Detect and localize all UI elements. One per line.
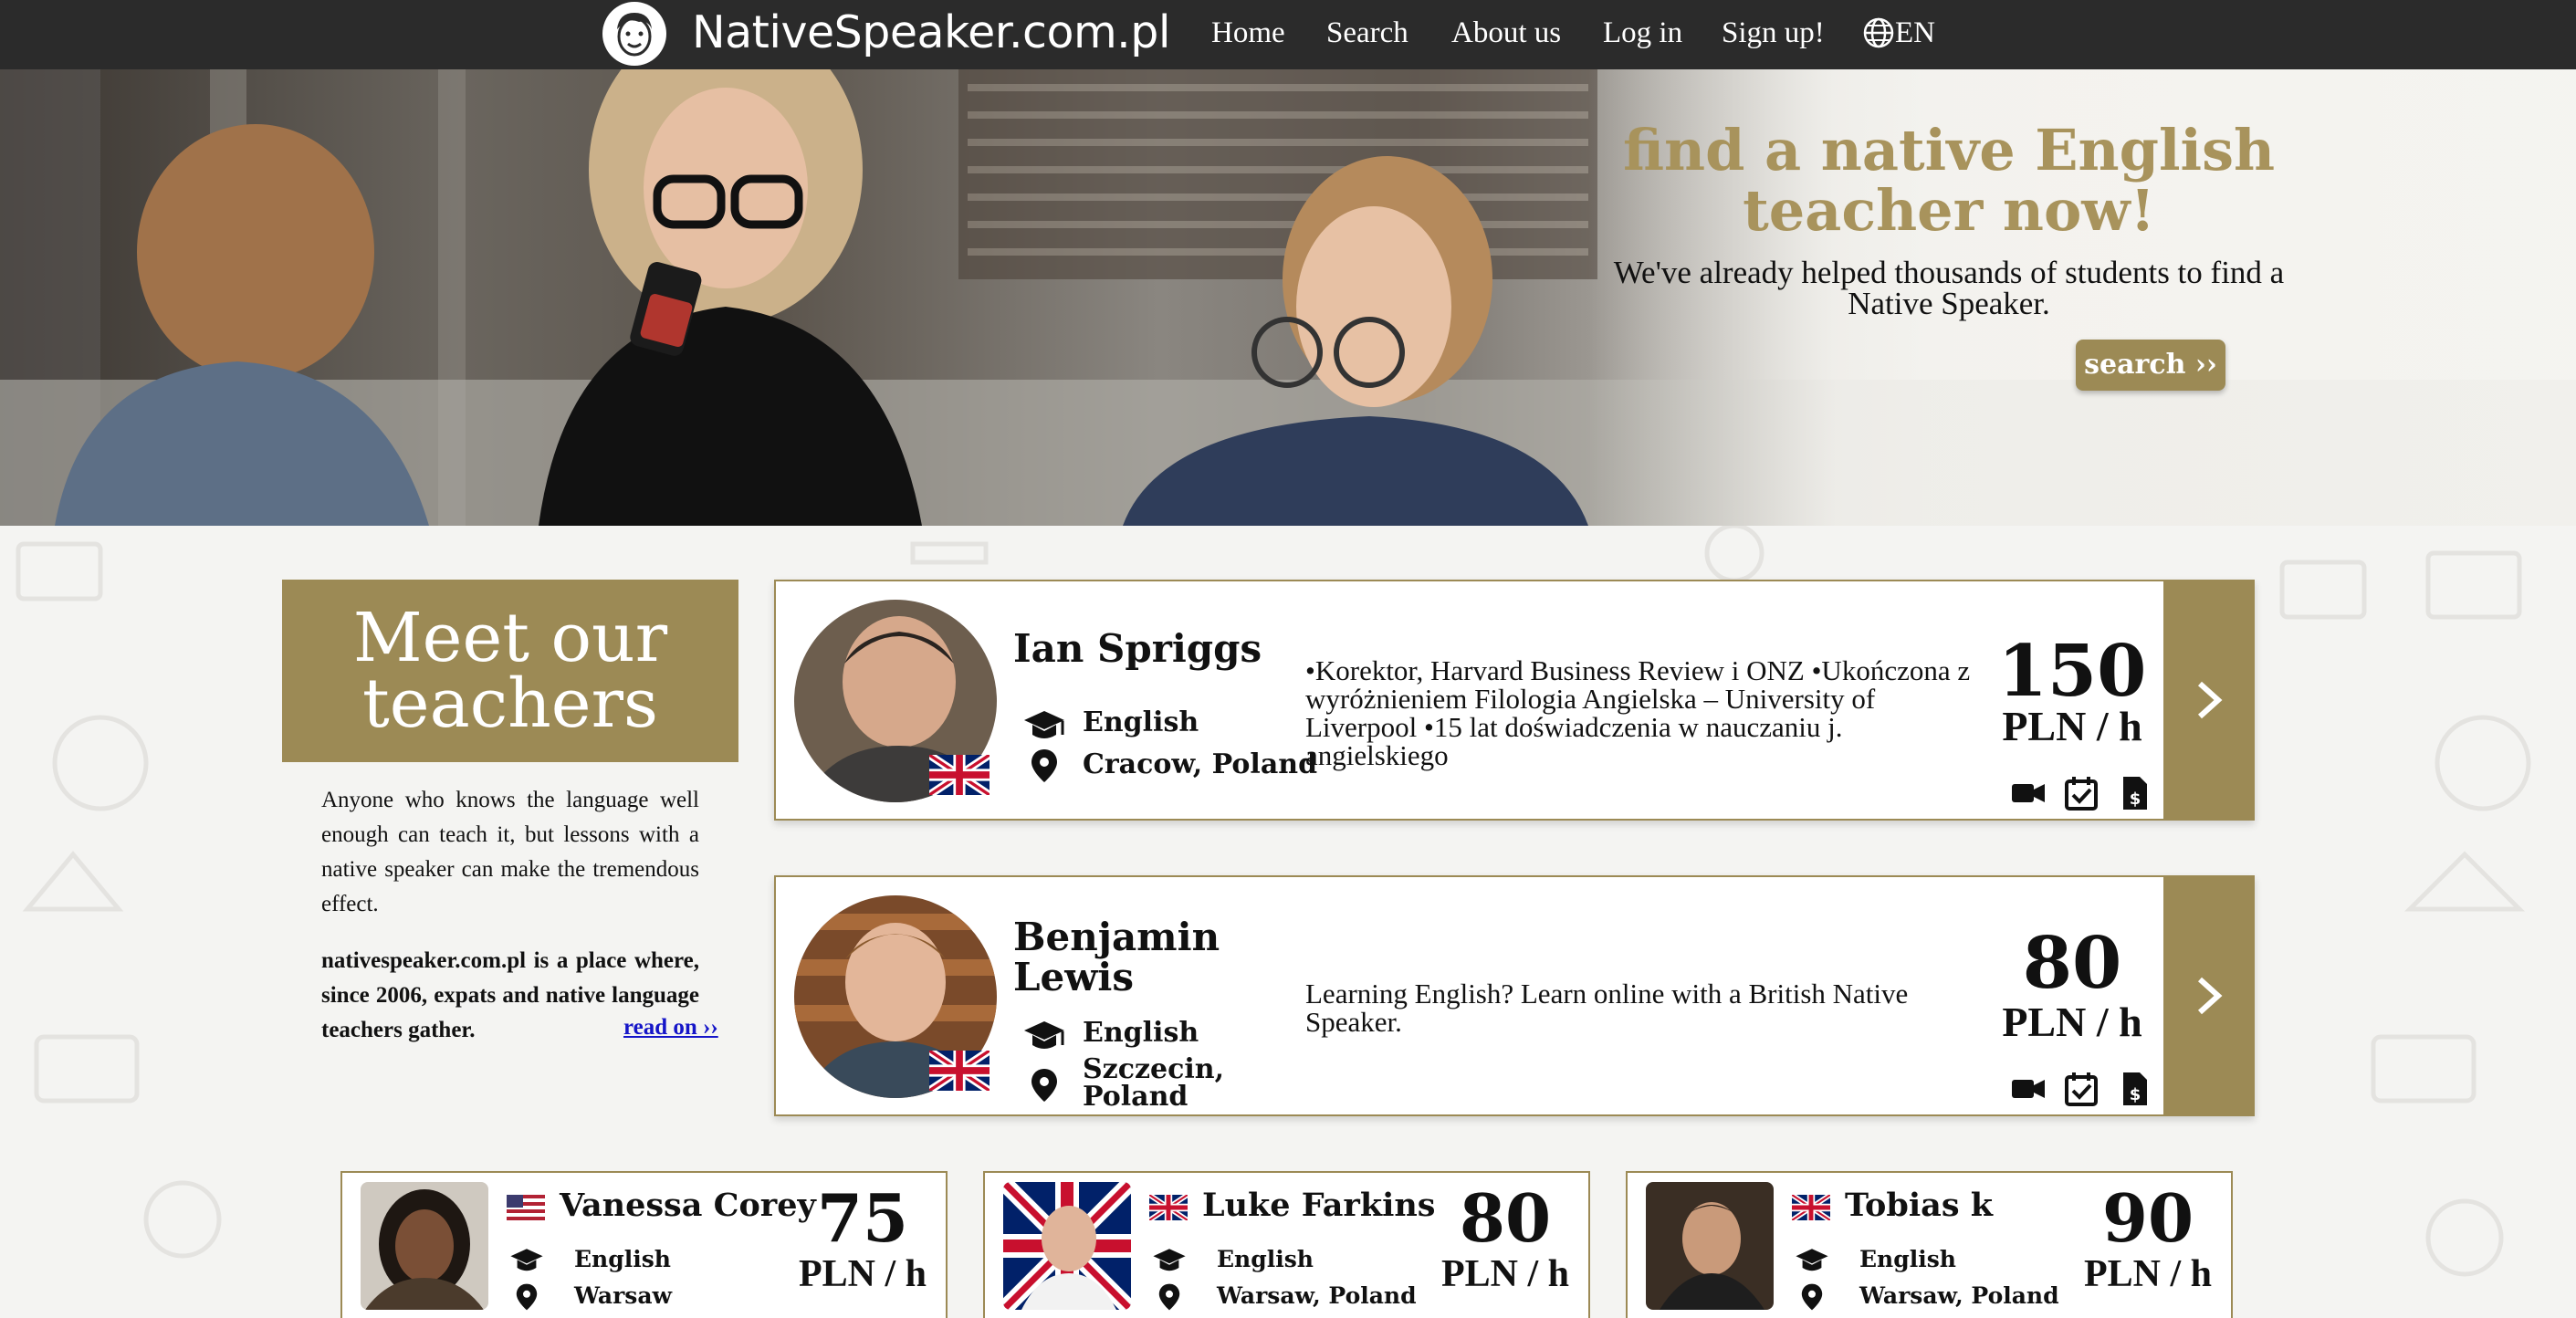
intro-paragraph: Anyone who knows the language well enoug… [321,788,699,916]
svg-text:$: $ [2130,1085,2141,1104]
nav-home-link[interactable]: Home [1211,13,1285,53]
price-unit: PLN / h [2002,703,2142,749]
view-teacher-button[interactable] [2163,581,2255,819]
teacher-location: Szczecin, Poland [1083,1053,1225,1113]
meet-teachers-heading: Meet our teachers [282,580,738,762]
graduation-cap-icon [1153,1249,1186,1271]
teacher-language: English [1083,1017,1199,1049]
teacher-price: 75 [816,1179,909,1257]
teacher-card[interactable]: Benjamin Lewis English Szczecin, Poland … [774,875,2255,1116]
uk-flag-icon [929,1051,990,1091]
teacher-location: Warsaw [574,1282,673,1309]
teacher-name[interactable]: Tobias k [1845,1187,1993,1224]
price-unit: PLN / h [1440,1253,1570,1295]
invoice-dollar-icon: $ [2123,777,2147,810]
teacher-price: 80 [2022,922,2122,1005]
invoice-dollar-icon: $ [2123,1072,2147,1105]
location-pin-icon [1031,1069,1057,1102]
teacher-location: Warsaw, Poland [1859,1282,2059,1309]
hero-banner: find a native English teacher now! We've… [0,69,2576,526]
teacher-photo [1003,1182,1131,1310]
svg-text:$: $ [2130,790,2141,809]
teacher-language: English [1859,1246,1956,1272]
price-unit: PLN / h [2083,1253,2213,1295]
graduation-cap-icon [1024,711,1064,738]
teacher-location: Cracow, Poland [1083,748,1318,780]
teacher-photo [1646,1182,1774,1310]
teacher-card-small[interactable]: Vanessa Corey English Warsaw 75 PLN / h [340,1171,948,1318]
teacher-price: 90 [2101,1179,2194,1257]
teacher-price: 80 [1459,1179,1552,1257]
teacher-price: 150 [1997,630,2147,713]
teacher-description: Learning English? Learn online with a Br… [1305,978,1909,1038]
uk-flag-icon [929,755,990,795]
top-nav: NativeSpeaker.com.pl Home Search About u… [0,0,2576,69]
teacher-language: English [574,1246,671,1272]
teacher-card-small[interactable]: Luke Farkins English Warsaw, Poland 80 P… [983,1171,1590,1318]
teacher-name[interactable]: Luke Farkins [1202,1187,1436,1224]
graduation-cap-icon [510,1249,543,1271]
teacher-name[interactable]: Vanessa Corey [560,1187,816,1224]
location-pin-icon [1801,1283,1823,1311]
chevron-right-icon [2197,681,2223,719]
hero-subtitle: We've already helped thousands of studen… [1613,255,2285,321]
language-selector[interactable]: EN [1895,13,1935,53]
uk-flag-icon [1149,1195,1188,1220]
video-camera-icon [2012,784,2045,802]
price-unit: PLN / h [2002,999,2142,1045]
hero-search-button[interactable]: search ›› [2076,340,2225,391]
calendar-check-icon [2065,777,2098,811]
graduation-cap-icon [1796,1249,1828,1271]
site-logo-text[interactable]: NativeSpeaker.com.pl [692,5,1170,60]
teacher-photo [361,1182,488,1310]
teacher-name[interactable]: Benjamin Lewis [1013,917,1220,998]
teacher-language: English [1217,1246,1314,1272]
location-pin-icon [1031,749,1057,782]
teacher-name[interactable]: Ian Spriggs [1013,629,1262,669]
teacher-language: English [1083,706,1199,738]
globe-icon[interactable] [1862,16,1895,49]
chevron-right-icon [2197,977,2223,1015]
face-logo-icon[interactable] [602,2,666,66]
graduation-cap-icon [1024,1021,1064,1049]
teacher-location: Warsaw, Poland [1217,1282,1417,1309]
teacher-card[interactable]: Ian Spriggs English Cracow, Poland •Kore… [774,580,2255,821]
location-pin-icon [516,1283,538,1311]
hero-title: find a native English teacher now! [1622,117,2276,244]
view-teacher-button[interactable] [2163,877,2255,1114]
video-camera-icon [2012,1080,2045,1098]
read-on-link[interactable]: read on ›› [623,1015,718,1041]
nav-signup-link[interactable]: Sign up! [1722,13,1825,53]
us-flag-icon [507,1195,545,1220]
uk-flag-icon [1792,1195,1830,1220]
price-unit: PLN / h [798,1253,927,1295]
teacher-card-small[interactable]: Tobias k English Warsaw, Poland 90 PLN /… [1626,1171,2233,1318]
calendar-check-icon [2065,1072,2098,1106]
location-pin-icon [1158,1283,1180,1311]
nav-search-link[interactable]: Search [1326,13,1408,53]
nav-login-link[interactable]: Log in [1603,13,1682,53]
nav-about-link[interactable]: About us [1451,13,1561,53]
teacher-description: •Korektor, Harvard Business Review i ONZ… [1305,654,1971,771]
